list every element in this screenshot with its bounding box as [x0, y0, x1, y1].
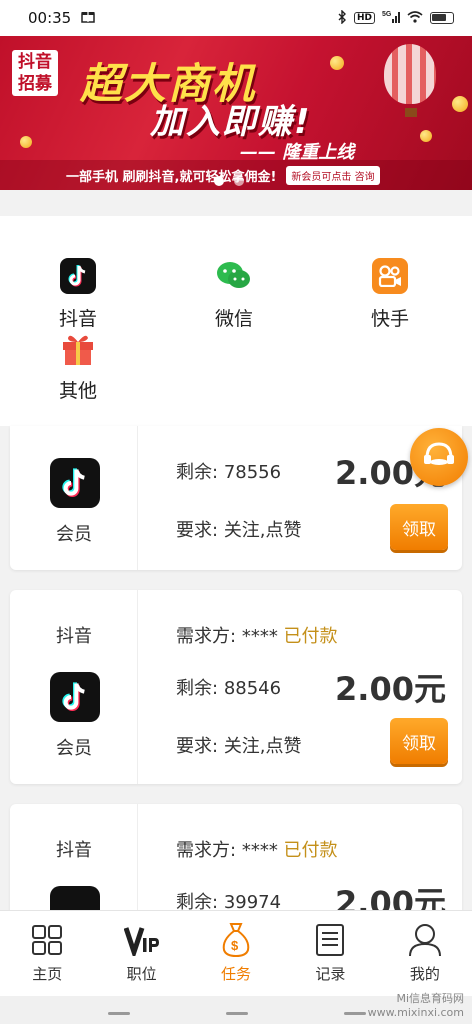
tab-records[interactable]: 记录	[283, 911, 377, 996]
category-label: 其他	[58, 380, 97, 402]
coin-decoration	[330, 56, 344, 70]
watermark-line-2: www.mixinxi.com	[367, 1006, 464, 1019]
requirement-label: 要求:	[176, 736, 219, 757]
requester-value: ****	[241, 626, 278, 647]
kuaishou-icon	[372, 258, 408, 294]
category-label: 微信	[214, 308, 253, 330]
customer-service-button[interactable]	[410, 428, 468, 486]
consult-button[interactable]: 新会员可点击 咨询	[286, 165, 380, 185]
notification-icon	[81, 9, 95, 27]
task-platform: 抖音	[56, 626, 92, 647]
tab-positions[interactable]: 职位	[94, 911, 188, 996]
paid-status: 已付款	[283, 626, 338, 647]
banner-pagination	[214, 176, 244, 186]
bluetooth-icon	[337, 8, 347, 27]
bottom-tab-bar: 主页 职位 $ 任务 记录 我的	[0, 910, 472, 996]
svg-text:5G: 5G	[382, 11, 392, 18]
task-requirement: 要求: 关注,点赞	[176, 516, 302, 542]
banner-headline-2: 加入即赚!	[150, 102, 312, 142]
tiktok-icon	[60, 258, 96, 294]
wechat-icon	[216, 258, 252, 294]
home-grid-icon	[28, 921, 66, 959]
claim-button[interactable]: 领取	[390, 718, 448, 764]
gift-icon	[60, 330, 96, 366]
tab-label: 任务	[221, 965, 252, 983]
remaining-label: 剩余:	[176, 678, 219, 699]
status-bar: 00:35 HD 5G	[0, 0, 472, 36]
coin-decoration	[20, 136, 32, 148]
balloon-basket	[405, 108, 417, 117]
task-card[interactable]: 抖音 需求方: **** 已付款 剩余: 39974 2.00元	[10, 804, 462, 936]
category-label: 快手	[370, 308, 409, 330]
category-tiktok[interactable]: 抖音	[18, 258, 138, 331]
watermark: Mi信息育码网 www.mixinxi.com	[368, 992, 464, 1020]
coin-decoration	[452, 96, 468, 112]
money-bag-icon: $	[217, 921, 255, 959]
task-remaining: 剩余: 88546	[176, 674, 281, 700]
signal-icon: 5G	[382, 10, 400, 26]
task-remaining: 剩余: 78556	[176, 458, 281, 484]
category-kuaishou[interactable]: 快手	[330, 258, 450, 331]
status-time: 00:35	[28, 9, 72, 27]
task-requirement: 要求: 关注,点赞	[176, 732, 302, 758]
back-key[interactable]	[344, 1012, 366, 1015]
requester-label: 需求方:	[176, 626, 237, 647]
task-member-label: 会员	[56, 524, 92, 545]
tab-tasks[interactable]: $ 任务	[189, 911, 283, 996]
category-label: 抖音	[58, 308, 97, 330]
category-wechat[interactable]: 微信	[174, 258, 294, 331]
app-screen: 00:35 HD 5G 抖音招募 超大商机 加入即赚! —— 隆重上线 一部手机…	[0, 0, 472, 1024]
task-price: 2.00元	[335, 670, 446, 708]
task-card[interactable]: 抖音 会员 需求方: **** 已付款 剩余: 88546 2.00元 要求: …	[10, 590, 462, 784]
vip-icon	[123, 921, 161, 959]
battery-icon	[430, 12, 454, 24]
menu-key[interactable]	[108, 1012, 130, 1015]
pagination-dot[interactable]	[214, 176, 224, 186]
category-grid: 抖音 微信 快手 其他	[0, 216, 472, 426]
task-card[interactable]: 会员 剩余: 78556 2.00元 要求: 关注,点赞 领取	[10, 426, 462, 570]
hd-badge: HD	[353, 12, 375, 24]
remaining-value: 78556	[223, 462, 282, 483]
task-requester: 需求方: **** 已付款	[176, 622, 338, 648]
document-icon	[311, 921, 349, 959]
tab-label: 我的	[409, 965, 440, 983]
balloon-illustration	[384, 44, 436, 104]
tab-label: 职位	[126, 965, 157, 983]
user-icon	[406, 921, 444, 959]
requirement-value: 关注,点赞	[223, 736, 302, 757]
remaining-value: 88546	[223, 678, 282, 699]
pagination-dot[interactable]	[234, 176, 244, 186]
task-platform: 抖音	[56, 840, 92, 861]
svg-text:$: $	[231, 938, 239, 953]
task-requester: 需求方: **** 已付款	[176, 836, 338, 862]
category-other[interactable]: 其他	[18, 330, 138, 403]
tab-me[interactable]: 我的	[378, 911, 472, 996]
requirement-value: 关注,点赞	[223, 520, 302, 541]
remaining-label: 剩余:	[176, 462, 219, 483]
promo-banner[interactable]: 抖音招募 超大商机 加入即赚! —— 隆重上线 一部手机 刷刷抖音,就可轻松拿佣…	[0, 36, 472, 190]
tiktok-icon	[50, 672, 100, 722]
claim-button[interactable]: 领取	[390, 504, 448, 550]
home-key[interactable]	[226, 1012, 248, 1015]
requester-label: 需求方:	[176, 840, 237, 861]
paid-status: 已付款	[283, 840, 338, 861]
tab-label: 记录	[315, 965, 346, 983]
banner-logo: 抖音招募	[12, 50, 58, 96]
wifi-icon	[407, 10, 423, 26]
tab-home[interactable]: 主页	[0, 911, 94, 996]
watermark-line-1: Mi信息育码网	[396, 992, 464, 1005]
task-member-label: 会员	[56, 738, 92, 759]
coin-decoration	[420, 130, 432, 142]
tab-label: 主页	[32, 965, 63, 983]
tiktok-icon	[50, 458, 100, 508]
banner-strip-text: 一部手机 刷刷抖音,就可轻松拿佣金!	[66, 169, 277, 185]
requirement-label: 要求:	[176, 520, 219, 541]
headset-icon	[422, 440, 456, 474]
requester-value: ****	[241, 840, 278, 861]
